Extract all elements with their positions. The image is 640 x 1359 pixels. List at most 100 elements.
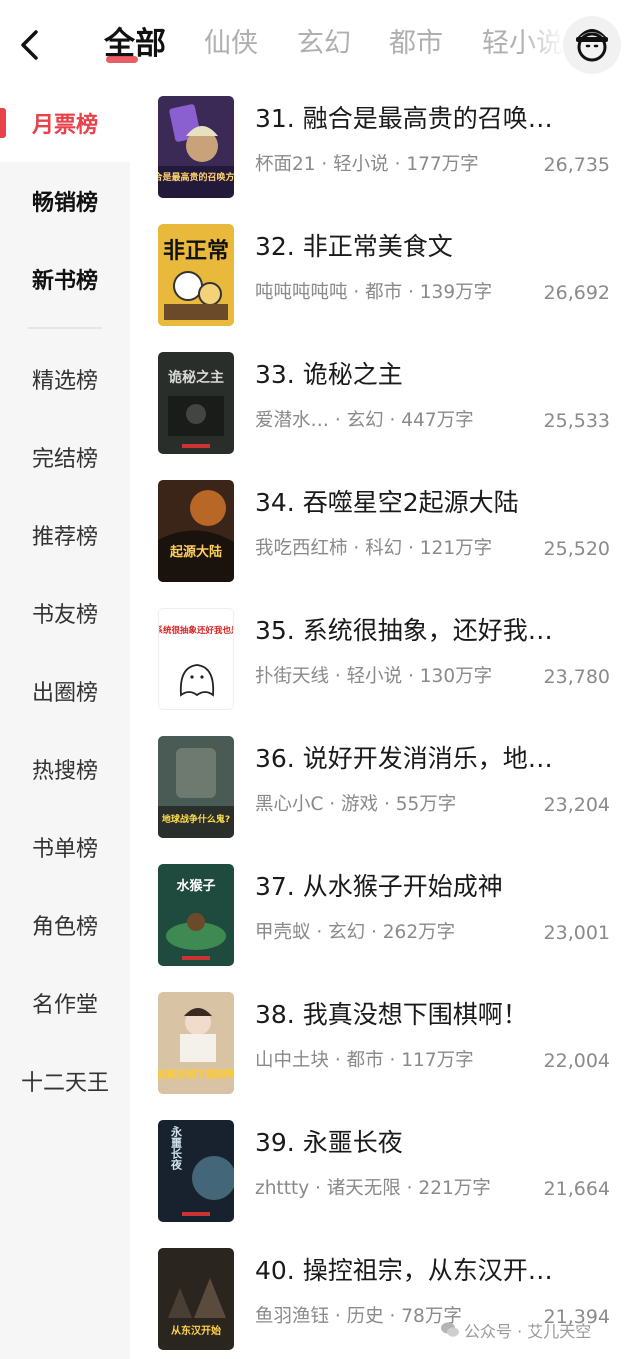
cover-title: 融合是最高贵的召唤方式! — [158, 171, 234, 183]
book-title[interactable]: 34. 吞噬星空2起源大陆 — [255, 486, 625, 520]
vote-count: 26,735 — [543, 154, 610, 176]
list-item[interactable]: 融合是最高贵的召唤方式! 31. 融合是最高贵的召唤… 杯面21 · 轻小说 ·… — [130, 90, 640, 218]
cover-art: 从东汉开始 — [158, 1248, 234, 1350]
list-item[interactable]: 系统很抽象还好我也是 35. 系统很抽象，还好我… 扑街天线 · 轻小说 · 1… — [130, 602, 640, 730]
sidebar-item-label: 名作堂 — [31, 993, 98, 1018]
book-title[interactable]: 31. 融合是最高贵的召唤… — [255, 102, 625, 136]
list-item[interactable]: 诡秘之主 33. 诡秘之主 爱潜水… · 玄幻 · 447万字 25,533 — [130, 346, 640, 474]
sidebar-item-label: 精选榜 — [31, 369, 98, 394]
book-title[interactable]: 32. 非正常美食文 — [255, 230, 625, 264]
vote-count: 23,001 — [543, 922, 610, 944]
wechat-icon — [441, 1322, 459, 1337]
book-cover[interactable]: 非正常 — [158, 224, 234, 326]
book-title[interactable]: 38. 我真没想下围棋啊！ — [255, 998, 625, 1032]
book-meta: 我吃西红柿 · 科幻 · 121万字 — [255, 538, 493, 559]
vote-count: 23,780 — [543, 666, 610, 688]
avatar-button[interactable] — [563, 16, 621, 74]
book-meta: 甲壳蚁 · 玄幻 · 262万字 — [255, 922, 456, 943]
sidebar-item-label: 十二天王 — [20, 1071, 109, 1096]
top-bar: 全部 仙侠 玄幻 都市 轻小说 — [0, 0, 640, 90]
book-title[interactable]: 37. 从水猴子开始成神 — [255, 870, 625, 904]
tab-dushi[interactable]: 都市 — [389, 24, 443, 64]
sidebar-item-label: 热搜榜 — [31, 759, 98, 784]
tabs-fade — [520, 14, 565, 74]
book-cover[interactable]: 诡秘之主 — [158, 352, 234, 454]
book-meta: 杯面21 · 轻小说 · 177万字 — [255, 154, 479, 175]
sidebar-item-completed[interactable]: 完结榜 — [0, 418, 130, 496]
list-item[interactable]: 非正常 32. 非正常美食文 吨吨吨吨吨 · 都市 · 139万字 26,692 — [130, 218, 640, 346]
list-item[interactable]: 我真没想下围棋啊 38. 我真没想下围棋啊！ 山中土块 · 都市 · 117万字… — [130, 986, 640, 1114]
book-title[interactable]: 35. 系统很抽象，还好我… — [255, 614, 625, 648]
cover-title: 永噩长夜 — [170, 1125, 184, 1171]
sidebar-item-reader-friends[interactable]: 书友榜 — [0, 574, 130, 652]
list-item[interactable]: 水猴子 37. 从水猴子开始成神 甲壳蚁 · 玄幻 · 262万字 23,001 — [130, 858, 640, 986]
list-item[interactable]: 起源大陆 34. 吞噬星空2起源大陆 我吃西红柿 · 科幻 · 121万字 25… — [130, 474, 640, 602]
sidebar-item-label: 出圈榜 — [31, 681, 98, 706]
cover-title: 起源大陆 — [169, 544, 222, 560]
sidebar-item-breakout[interactable]: 出圈榜 — [0, 652, 130, 730]
vote-count: 21,664 — [543, 1178, 610, 1200]
sidebar-item-label: 畅销榜 — [31, 191, 98, 216]
ranking-sidebar: 月票榜 畅销榜 新书榜 精选榜 完结榜 推荐榜 书友榜 出圈榜 热搜榜 书单榜 … — [0, 84, 130, 1359]
sidebar-item-bestseller[interactable]: 畅销榜 — [0, 162, 130, 240]
sidebar-item-selected[interactable]: 精选榜 — [0, 340, 130, 418]
sidebar-item-booklist[interactable]: 书单榜 — [0, 808, 130, 886]
cover-art: 起源大陆 — [158, 480, 234, 582]
cover-art: 地球战争什么鬼? — [158, 736, 234, 838]
book-meta: 扑街天线 · 轻小说 · 130万字 — [255, 666, 493, 687]
list-item[interactable]: 地球战争什么鬼? 36. 说好开发消消乐，地… 黑心小C · 游戏 · 55万字… — [130, 730, 640, 858]
book-cover[interactable]: 地球战争什么鬼? — [158, 736, 234, 838]
sidebar-item-new-books[interactable]: 新书榜 — [0, 240, 130, 318]
book-cover[interactable]: 融合是最高贵的召唤方式! — [158, 96, 234, 198]
cover-art: 我真没想下围棋啊 — [158, 992, 234, 1094]
sidebar-item-label: 角色榜 — [31, 915, 98, 940]
cover-title: 我真没想下围棋啊 — [158, 1068, 234, 1081]
cover-art: 永噩长夜 — [158, 1120, 234, 1222]
sidebar-item-characters[interactable]: 角色榜 — [0, 886, 130, 964]
cover-art: 系统很抽象还好我也是 — [159, 609, 234, 709]
sidebar-item-recommend[interactable]: 推荐榜 — [0, 496, 130, 574]
book-cover[interactable]: 起源大陆 — [158, 480, 234, 582]
sidebar-item-hall-of-fame[interactable]: 名作堂 — [0, 964, 130, 1042]
book-cover[interactable]: 我真没想下围棋啊 — [158, 992, 234, 1094]
sidebar-item-hot-search[interactable]: 热搜榜 — [0, 730, 130, 808]
chevron-left-icon — [21, 30, 38, 60]
book-meta: 爱潜水… · 玄幻 · 447万字 — [255, 410, 474, 431]
sidebar-item-label: 书友榜 — [31, 603, 98, 628]
sidebar-item-label: 推荐榜 — [31, 525, 98, 550]
book-title[interactable]: 39. 永噩长夜 — [255, 1126, 625, 1160]
active-indicator — [0, 108, 6, 138]
tab-xuanhuan[interactable]: 玄幻 — [297, 24, 351, 64]
vote-count: 26,692 — [543, 282, 610, 304]
user-avatar-icon — [576, 29, 608, 62]
book-title[interactable]: 33. 诡秘之主 — [255, 358, 625, 392]
sidebar-divider — [28, 327, 102, 329]
sidebar-item-label: 月票榜 — [31, 113, 98, 138]
cover-title: 系统很抽象还好我也是 — [159, 625, 234, 636]
vote-count: 22,004 — [543, 1050, 610, 1072]
sidebar-item-twelve-kings[interactable]: 十二天王 — [0, 1042, 130, 1120]
tab-all[interactable]: 全部 — [104, 24, 166, 64]
book-meta: 山中土块 · 都市 · 117万字 — [255, 1050, 474, 1071]
book-cover[interactable]: 永噩长夜 — [158, 1120, 234, 1222]
sidebar-item-label: 新书榜 — [31, 269, 98, 294]
book-cover[interactable]: 系统很抽象还好我也是 — [158, 608, 234, 710]
cover-art: 水猴子 — [158, 864, 234, 966]
list-item[interactable]: 永噩长夜 39. 永噩长夜 zhttty · 诸天无限 · 221万字 21,6… — [130, 1114, 640, 1242]
cover-art: 非正常 — [158, 224, 234, 326]
cover-art: 融合是最高贵的召唤方式! — [158, 96, 234, 198]
book-title[interactable]: 36. 说好开发消消乐，地… — [255, 742, 625, 776]
cover-title: 从东汉开始 — [171, 1324, 221, 1337]
book-title[interactable]: 40. 操控祖宗，从东汉开… — [255, 1254, 625, 1288]
sidebar-item-monthly-ticket[interactable]: 月票榜 — [0, 84, 130, 162]
book-cover[interactable]: 从东汉开始 — [158, 1248, 234, 1350]
cover-title: 水猴子 — [176, 878, 215, 894]
cover-art: 诡秘之主 — [158, 352, 234, 454]
tab-xianxia[interactable]: 仙侠 — [204, 24, 258, 64]
book-meta: zhttty · 诸天无限 · 221万字 — [255, 1178, 491, 1199]
cover-title: 地球战争什么鬼? — [162, 813, 230, 825]
book-meta: 吨吨吨吨吨 · 都市 · 139万字 — [255, 282, 493, 303]
vote-count: 25,533 — [543, 410, 610, 432]
book-cover[interactable]: 水猴子 — [158, 864, 234, 966]
back-button[interactable] — [14, 24, 48, 66]
